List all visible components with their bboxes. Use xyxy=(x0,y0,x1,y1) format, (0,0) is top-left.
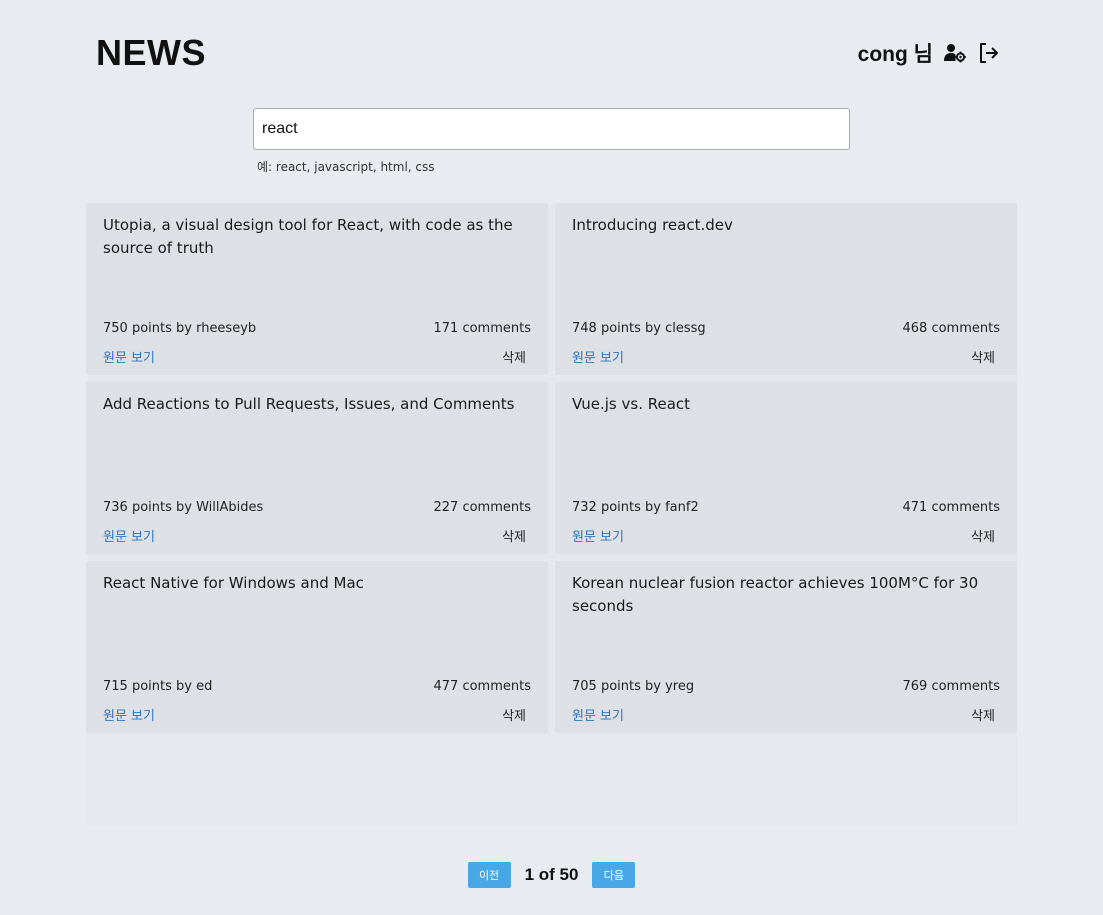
article-comments: 477 comments xyxy=(433,679,531,694)
view-original-link[interactable]: 원문 보기 xyxy=(572,705,624,724)
article-actions: 원문 보기 삭제 xyxy=(103,526,526,545)
view-original-link[interactable]: 원문 보기 xyxy=(103,526,155,545)
article-actions: 원문 보기 삭제 xyxy=(103,705,526,724)
article-title: Add Reactions to Pull Requests, Issues, … xyxy=(103,395,515,413)
article-points: 736 points by WillAbides xyxy=(103,500,264,515)
pagination: 이전 1 of 50 다음 xyxy=(0,862,1103,888)
article-card: Vue.js vs. React 732 points by fanf2 471… xyxy=(555,382,1017,554)
search-section: 예: react, javascript, html, css xyxy=(253,108,850,175)
article-comments: 227 comments xyxy=(433,500,531,515)
search-input[interactable] xyxy=(253,108,850,150)
article-comments: 769 comments xyxy=(902,679,1000,694)
article-actions: 원문 보기 삭제 xyxy=(572,705,995,724)
article-points: 732 points by fanf2 xyxy=(572,500,699,515)
user-settings-icon[interactable] xyxy=(943,41,967,65)
article-card: Utopia, a visual design tool for React, … xyxy=(86,203,548,375)
article-actions: 원문 보기 삭제 xyxy=(103,347,526,366)
article-title: Vue.js vs. React xyxy=(572,395,691,413)
article-actions: 원문 보기 삭제 xyxy=(572,526,995,545)
article-card: Introducing react.dev 748 points by cles… xyxy=(555,203,1017,375)
article-meta: 715 points by ed 477 comments xyxy=(103,679,531,694)
header: NEWS cong 님 xyxy=(96,30,1001,76)
logout-icon[interactable] xyxy=(977,41,1001,65)
logo[interactable]: NEWS xyxy=(96,32,206,74)
article-card: React Native for Windows and Mac 715 poi… xyxy=(86,561,548,733)
prev-page-button[interactable]: 이전 xyxy=(467,862,511,888)
article-comments: 468 comments xyxy=(902,321,1000,336)
page-info: 1 of 50 xyxy=(524,865,579,884)
article-points: 748 points by clessg xyxy=(572,321,706,336)
view-original-link[interactable]: 원문 보기 xyxy=(572,526,624,545)
article-meta: 736 points by WillAbides 227 comments xyxy=(103,500,531,515)
article-comments: 171 comments xyxy=(433,321,531,336)
article-meta: 748 points by clessg 468 comments xyxy=(572,321,1000,336)
delete-button[interactable]: 삭제 xyxy=(502,347,526,366)
username: cong 님 xyxy=(857,43,933,66)
article-points: 705 points by yreg xyxy=(572,679,695,694)
article-list: Utopia, a visual design tool for React, … xyxy=(86,203,1017,826)
delete-button[interactable]: 삭제 xyxy=(971,705,995,724)
next-page-button[interactable]: 다음 xyxy=(592,862,636,888)
delete-button[interactable]: 삭제 xyxy=(502,526,526,545)
article-actions: 원문 보기 삭제 xyxy=(572,347,995,366)
view-original-link[interactable]: 원문 보기 xyxy=(103,347,155,366)
article-meta: 705 points by yreg 769 comments xyxy=(572,679,1000,694)
article-title: Introducing react.dev xyxy=(572,216,733,234)
article-meta: 732 points by fanf2 471 comments xyxy=(572,500,1000,515)
article-title: Utopia, a visual design tool for React, … xyxy=(103,216,513,257)
article-points: 750 points by rheeseyb xyxy=(103,321,257,336)
article-points: 715 points by ed xyxy=(103,679,213,694)
user-area: cong 님 xyxy=(858,38,1001,68)
delete-button[interactable]: 삭제 xyxy=(971,526,995,545)
search-hint: 예: react, javascript, html, css xyxy=(257,160,435,174)
view-original-link[interactable]: 원문 보기 xyxy=(103,705,155,724)
article-comments: 471 comments xyxy=(902,500,1000,515)
delete-button[interactable]: 삭제 xyxy=(971,347,995,366)
view-original-link[interactable]: 원문 보기 xyxy=(572,347,624,366)
article-card: Add Reactions to Pull Requests, Issues, … xyxy=(86,382,548,554)
article-title: Korean nuclear fusion reactor achieves 1… xyxy=(572,574,979,615)
article-title: React Native for Windows and Mac xyxy=(103,574,364,592)
article-meta: 750 points by rheeseyb 171 comments xyxy=(103,321,531,336)
delete-button[interactable]: 삭제 xyxy=(502,705,526,724)
article-card: Korean nuclear fusion reactor achieves 1… xyxy=(555,561,1017,733)
